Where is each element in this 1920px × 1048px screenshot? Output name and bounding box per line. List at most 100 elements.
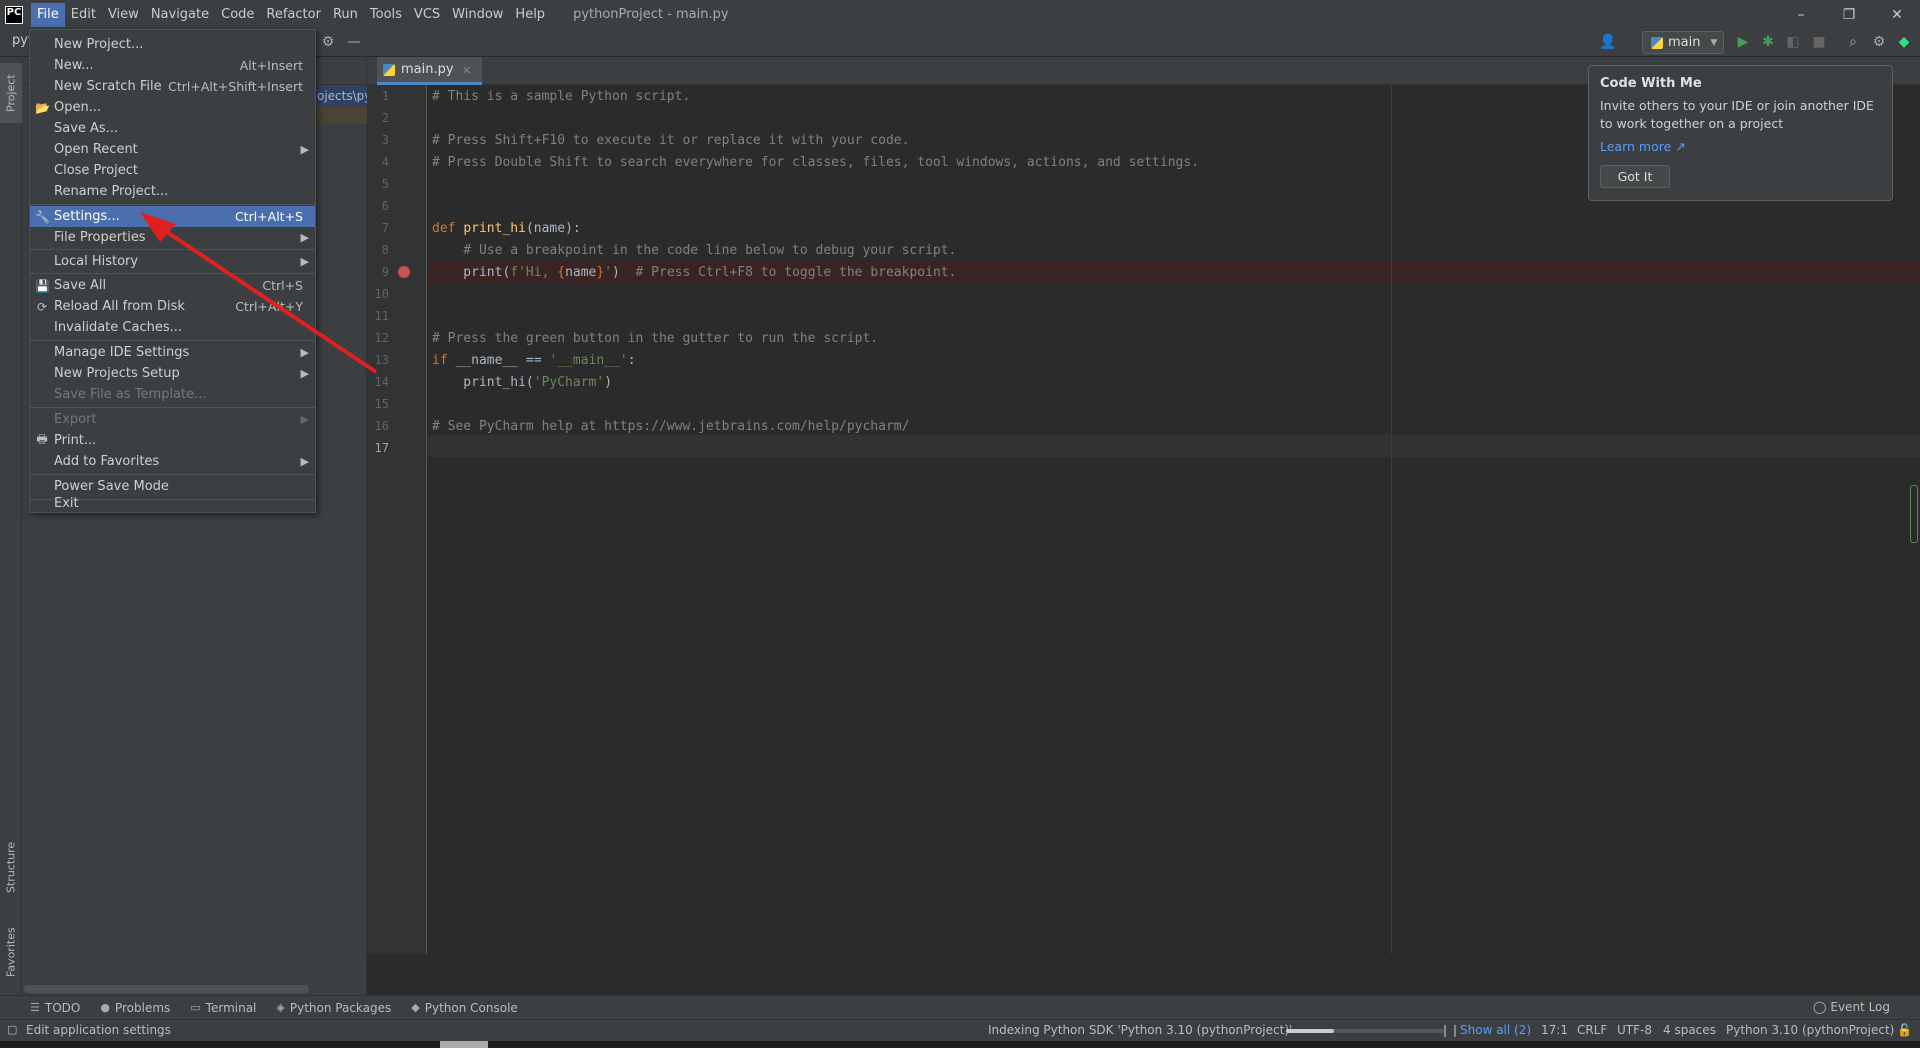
menu-item-add-to-favorites[interactable]: Add to Favorites ▶: [30, 451, 315, 472]
menu-separator: [30, 273, 315, 274]
breakpoint-icon[interactable]: [398, 266, 410, 278]
menu-item-label: Add to Favorites: [54, 454, 160, 469]
menu-vcs[interactable]: VCS: [408, 3, 446, 27]
menu-item-label: New Projects Setup: [54, 366, 180, 381]
todo-tool-button[interactable]: ☰ TODO: [30, 1001, 80, 1015]
project-scrollbar[interactable]: [24, 985, 309, 993]
menu-item-reload-all[interactable]: ⟳ Reload All from Disk Ctrl+Alt+Y: [30, 296, 315, 317]
menu-item-invalidate-caches[interactable]: Invalidate Caches...: [30, 317, 315, 338]
menu-code[interactable]: Code: [215, 3, 260, 27]
close-tab-icon[interactable]: ×: [462, 63, 472, 77]
menu-item-rename-project[interactable]: Rename Project...: [30, 181, 315, 202]
menu-item-shortcut: Ctrl+S: [262, 278, 303, 293]
settings-gear-icon[interactable]: ⚙: [1869, 32, 1889, 52]
gear-icon[interactable]: ⚙: [318, 32, 338, 52]
editor-scroll-marker[interactable]: [1910, 485, 1918, 543]
problems-tool-button[interactable]: ● Problems: [100, 1001, 170, 1015]
menu-item-local-history[interactable]: Local History ▶: [30, 251, 315, 272]
jetbrains-toolbox-icon[interactable]: ◆: [1894, 32, 1914, 52]
menu-file[interactable]: File: [31, 2, 65, 27]
learn-more-link[interactable]: Learn more ↗: [1600, 139, 1686, 154]
code-line-4: # Press Double Shift to search everywher…: [432, 152, 1199, 174]
menu-window[interactable]: Window: [446, 3, 509, 27]
indent-setting[interactable]: 4 spaces: [1663, 1023, 1716, 1037]
editor-horizontal-scroll[interactable]: [367, 954, 1920, 970]
code-line-3: # Press Shift+F10 to execute it or repla…: [432, 130, 909, 152]
menu-item-label: Local History: [54, 254, 139, 269]
menu-refactor[interactable]: Refactor: [260, 3, 327, 27]
stop-icon[interactable]: ■: [1809, 32, 1829, 52]
search-icon[interactable]: ⌕: [1843, 32, 1863, 52]
menu-edit[interactable]: Edit: [65, 3, 102, 27]
tab-favorites[interactable]: Favorites: [0, 919, 22, 985]
python-console-tool-button[interactable]: ◆ Python Console: [411, 1001, 518, 1015]
lock-icon[interactable]: 🔓: [1897, 1023, 1912, 1037]
python-packages-tool-button[interactable]: ◈ Python Packages: [276, 1001, 391, 1015]
line-number: 5: [381, 177, 389, 191]
debug-icon[interactable]: ✱: [1758, 32, 1778, 52]
menu-item-label: Save As...: [54, 121, 119, 136]
line-number: 1: [381, 89, 389, 103]
show-all-link[interactable]: Show all (2): [1460, 1023, 1531, 1037]
run-icon[interactable]: ▶: [1733, 32, 1753, 52]
code-string: ': [604, 265, 613, 280]
menu-item-new[interactable]: New... Alt+Insert: [30, 55, 315, 76]
tab-main-py[interactable]: main.py ×: [377, 57, 482, 85]
project-tree-path[interactable]: ojects\py: [314, 86, 367, 106]
menu-item-new-projects-setup[interactable]: New Projects Setup ▶: [30, 363, 315, 384]
pause-icon[interactable]: ❙❙: [1440, 1023, 1460, 1037]
menu-item-power-save-mode[interactable]: Power Save Mode: [30, 476, 315, 497]
restore-icon[interactable]: ❐: [1826, 0, 1872, 29]
bottom-tool-strip: ☰ TODO ● Problems ▭ Terminal ◈ Python Packag…: [0, 995, 1920, 1019]
code-comment: # Press Double Shift to search everywher…: [432, 155, 1200, 170]
menu-item-exit[interactable]: Exit: [30, 496, 315, 513]
tab-project[interactable]: Project: [0, 63, 22, 123]
got-it-button[interactable]: Got It: [1600, 165, 1670, 188]
menu-item-print[interactable]: 🖶 Print...: [30, 430, 315, 451]
menu-item-close-project[interactable]: Close Project: [30, 160, 315, 181]
run-configuration-select[interactable]: main ▼: [1642, 31, 1724, 54]
terminal-tool-button[interactable]: ▭ Terminal: [190, 1001, 256, 1015]
menu-item-new-project[interactable]: New Project...: [30, 34, 315, 55]
menu-item-save-file-as-template[interactable]: Save File as Template...: [30, 384, 315, 405]
menu-item-file-properties[interactable]: File Properties ▶: [30, 227, 315, 248]
menu-navigate[interactable]: Navigate: [145, 3, 215, 27]
menu-separator: [30, 474, 315, 475]
submenu-arrow-icon: ▶: [300, 455, 309, 468]
minimize-icon[interactable]: –: [1778, 0, 1824, 29]
right-margin-guide: [1391, 85, 1392, 970]
editor-gutter[interactable]: 1 2 3 4 5 6 7 8 9 10 11 12 13 14 15 16 1…: [367, 85, 427, 970]
submenu-arrow-icon: ▶: [300, 231, 309, 244]
line-number: 13: [374, 353, 389, 367]
close-window-icon[interactable]: ✕: [1874, 0, 1920, 29]
python-interpreter[interactable]: Python 3.10 (pythonProject): [1726, 1023, 1894, 1037]
hide-panel-icon[interactable]: —: [344, 32, 364, 52]
menu-item-settings[interactable]: 🔧 Settings... Ctrl+Alt+S: [30, 206, 315, 227]
file-encoding[interactable]: UTF-8: [1617, 1023, 1652, 1037]
submenu-arrow-icon: ▶: [300, 143, 309, 156]
menu-item-export[interactable]: Export ▶: [30, 409, 315, 430]
menu-run[interactable]: Run: [327, 3, 364, 27]
line-separator[interactable]: CRLF: [1577, 1023, 1607, 1037]
menu-view[interactable]: View: [102, 3, 145, 27]
menu-tools[interactable]: Tools: [364, 3, 408, 27]
code-with-me-icon[interactable]: 👤: [1598, 32, 1618, 52]
event-log-button[interactable]: ◯ Event Log: [1813, 1000, 1890, 1014]
code-with-me-popup: Code With Me Invite others to your IDE o…: [1588, 65, 1893, 201]
menu-help[interactable]: Help: [509, 3, 551, 27]
tab-structure[interactable]: Structure: [0, 832, 22, 902]
menu-item-open-recent[interactable]: Open Recent ▶: [30, 139, 315, 160]
menu-item-manage-ide-settings[interactable]: Manage IDE Settings ▶: [30, 342, 315, 363]
code-editor[interactable]: 1 2 3 4 5 6 7 8 9 10 11 12 13 14 15 16 1…: [367, 85, 1920, 970]
tool-label: Event Log: [1830, 1000, 1890, 1014]
coverage-icon[interactable]: ◧: [1783, 32, 1803, 52]
save-icon: 💾: [35, 278, 50, 293]
menu-item-label: Open...: [54, 100, 102, 115]
project-tree-selection[interactable]: [314, 106, 367, 124]
status-toggle-icon[interactable]: ▢: [7, 1023, 17, 1036]
menu-item-new-scratch-file[interactable]: New Scratch File Ctrl+Alt+Shift+Insert: [30, 76, 315, 97]
menu-item-save-as[interactable]: Save As...: [30, 118, 315, 139]
menu-item-save-all[interactable]: 💾 Save All Ctrl+S: [30, 275, 315, 296]
menu-item-open[interactable]: 📂 Open...: [30, 97, 315, 118]
caret-position[interactable]: 17:1: [1541, 1023, 1568, 1037]
